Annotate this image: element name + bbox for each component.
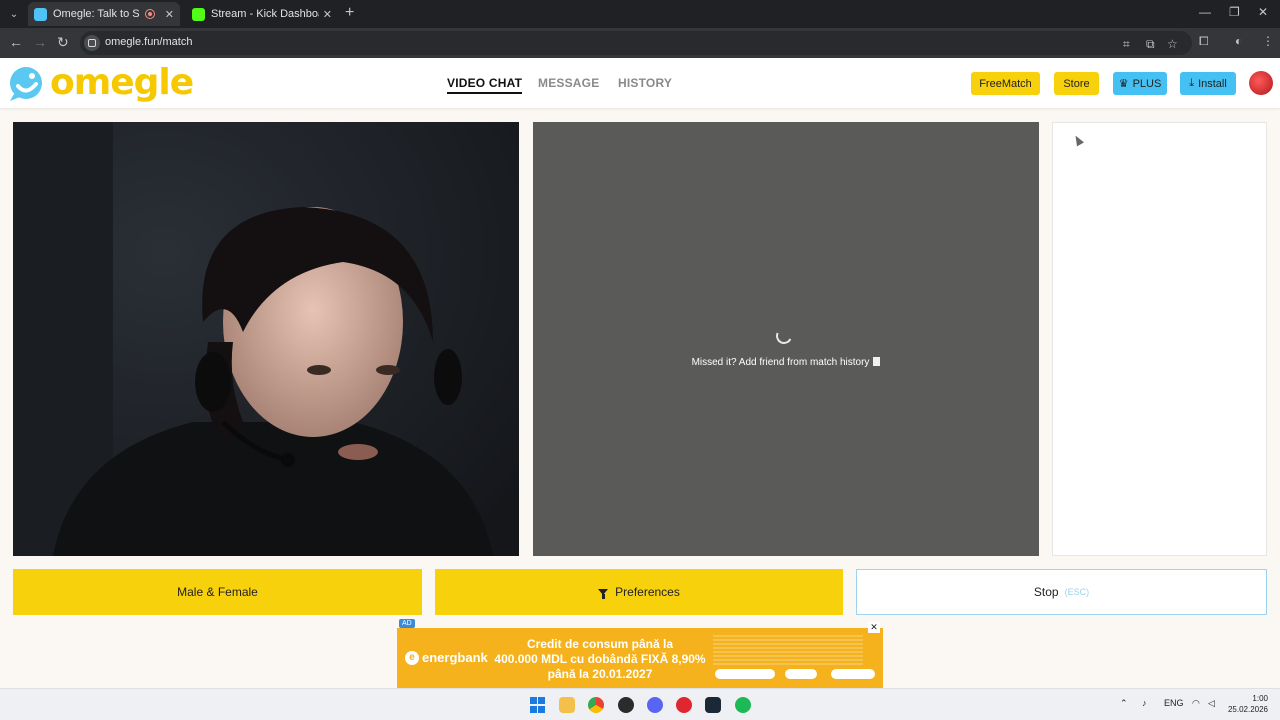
file-explorer-icon[interactable] (559, 697, 575, 713)
browser-tab-strip: ⌄ Omegle: Talk to Strangers via ✕ Stream… (0, 0, 1280, 28)
nav-history[interactable]: HISTORY (618, 76, 672, 90)
spinner-icon (773, 325, 795, 347)
logo-text: omegle (50, 62, 194, 103)
peer-video: Missed it? Add friend from match history (533, 122, 1039, 556)
more-icon[interactable]: ⋮ (1262, 34, 1274, 48)
tray-overflow-icon[interactable]: ⌃ (1120, 698, 1128, 709)
ad-close-icon[interactable]: ✕ (868, 622, 880, 633)
tab-kick[interactable]: Stream - Kick Dashboard ✕ (186, 2, 338, 26)
ad-phone-pill (785, 669, 817, 679)
store-label: Store (1063, 77, 1090, 90)
reload-icon[interactable]: ↻ (57, 34, 69, 51)
plus-label: PLUS (1132, 77, 1162, 90)
freematch-label: FreeMatch (979, 77, 1032, 90)
microphone-icon[interactable]: ♪ (1142, 698, 1147, 708)
stop-label: Stop (1033, 585, 1059, 599)
windows-taskbar: ⌃ ♪ ENG ◠ ◁ 1:00 25.02.2026 (0, 688, 1280, 720)
install-button[interactable]: ⤓ Install (1180, 72, 1236, 95)
stop-shortcut-hint: (ESC) (1064, 587, 1090, 597)
ad-brand-name: energbank (422, 650, 488, 665)
url-text[interactable]: omegle.fun/match (105, 36, 192, 48)
logo-bubble-icon (10, 67, 42, 101)
funnel-icon (598, 589, 609, 599)
star-icon[interactable]: ☆ (1167, 37, 1178, 51)
close-tab-icon[interactable]: ✕ (165, 8, 174, 21)
site-header: omegle VIDEO CHAT MESSAGE HISTORY FreeMa… (0, 58, 1280, 108)
obs-icon[interactable] (618, 697, 634, 713)
minimize-icon[interactable]: — (1199, 5, 1211, 19)
clock[interactable]: 1:00 25.02.2026 (1226, 693, 1268, 715)
close-tab-icon[interactable]: ✕ (323, 8, 332, 21)
gender-filter-label: Male & Female (177, 585, 258, 599)
install-label: Install (1198, 77, 1227, 90)
gender-filter-button[interactable]: Male & Female (13, 569, 422, 615)
download-icon: ⤓ (1189, 77, 1195, 89)
freematch-button[interactable]: FreeMatch (971, 72, 1040, 95)
crown-icon: ♛ (1118, 78, 1129, 90)
restore-icon[interactable]: ❐ (1229, 5, 1240, 19)
plus-button[interactable]: ♛ PLUS (1113, 72, 1167, 95)
kick-favicon (192, 7, 205, 21)
ad-fine-print (713, 633, 863, 667)
ad-cta-pill[interactable] (831, 669, 875, 679)
ad-badge: AD (399, 619, 415, 628)
ad-headline-line: Credit de consum până la (526, 637, 674, 651)
store-button[interactable]: Store (1054, 72, 1099, 95)
tab-omegle[interactable]: Omegle: Talk to Strangers via ✕ (28, 2, 180, 26)
add-friend-hint[interactable]: Missed it? Add friend from match history (533, 357, 1039, 368)
close-window-icon[interactable]: ✕ (1258, 5, 1268, 19)
steam-icon[interactable] (705, 697, 721, 713)
stop-button[interactable]: Stop (ESC) (856, 569, 1267, 615)
start-icon[interactable] (530, 697, 546, 713)
address-toolbar: ← → ↻ omegle.fun/match ⌗ ⧉ ☆ ⧠ ◐ ⋮ (0, 28, 1280, 58)
preferences-label: Preferences (615, 585, 680, 599)
omegle-favicon (34, 7, 47, 21)
chat-panel[interactable] (1052, 122, 1267, 556)
profile-icon[interactable]: ◐ (1235, 34, 1242, 48)
tab-search-menu-icon[interactable]: ⌄ (4, 4, 24, 24)
ad-brand: e energbank (405, 650, 488, 665)
spotify-icon[interactable] (735, 697, 751, 713)
clock-time: 1:00 (1252, 694, 1268, 703)
language-indicator[interactable]: ENG (1164, 698, 1184, 708)
chrome-icon[interactable] (588, 697, 604, 713)
omegle-logo[interactable]: omegle (6, 62, 194, 103)
tab-omegle-title: Omegle: Talk to Strangers via (53, 8, 139, 20)
self-video (13, 122, 519, 556)
forward-icon[interactable]: → (33, 34, 47, 50)
energbank-logo-icon: e (405, 650, 419, 665)
site-info-icon[interactable] (84, 35, 100, 51)
discord-icon[interactable] (647, 697, 663, 713)
ad-headline-line: 400.000 MDL cu dobândă FIXĂ 8,90% (494, 652, 706, 666)
extensions-icon[interactable]: ⧠ (1199, 34, 1209, 49)
volume-icon[interactable]: ◁ (1208, 698, 1215, 709)
nav-message[interactable]: MESSAGE (538, 76, 599, 90)
ad-banner[interactable]: e energbank Credit de consum până la 400… (397, 628, 883, 688)
ad-headline: Credit de consum până la 400.000 MDL cu … (485, 637, 715, 682)
back-icon[interactable]: ← (9, 34, 23, 50)
document-icon (873, 357, 881, 366)
install-app-icon[interactable]: ⧉ (1146, 37, 1155, 52)
preferences-button[interactable]: Preferences (435, 569, 843, 615)
ad-website-pill (715, 669, 775, 679)
add-friend-hint-text: Missed it? Add friend from match history (691, 357, 870, 368)
red-app-icon[interactable] (676, 697, 692, 713)
tab-kick-title: Stream - Kick Dashboard (211, 8, 319, 20)
translate-icon[interactable]: ⌗ (1123, 37, 1130, 52)
wifi-icon[interactable]: ◠ (1192, 698, 1200, 709)
nav-video-chat[interactable]: VIDEO CHAT (447, 76, 523, 94)
clock-date: 25.02.2026 (1227, 705, 1268, 714)
record-icon (144, 9, 155, 19)
ad-headline-line: până la 20.01.2027 (547, 667, 653, 681)
new-tab-button[interactable]: + (345, 4, 354, 22)
self-camera-feed (13, 122, 519, 556)
address-bar[interactable]: omegle.fun/match ⌗ ⧉ ☆ (80, 31, 1192, 55)
avatar[interactable] (1249, 71, 1273, 95)
